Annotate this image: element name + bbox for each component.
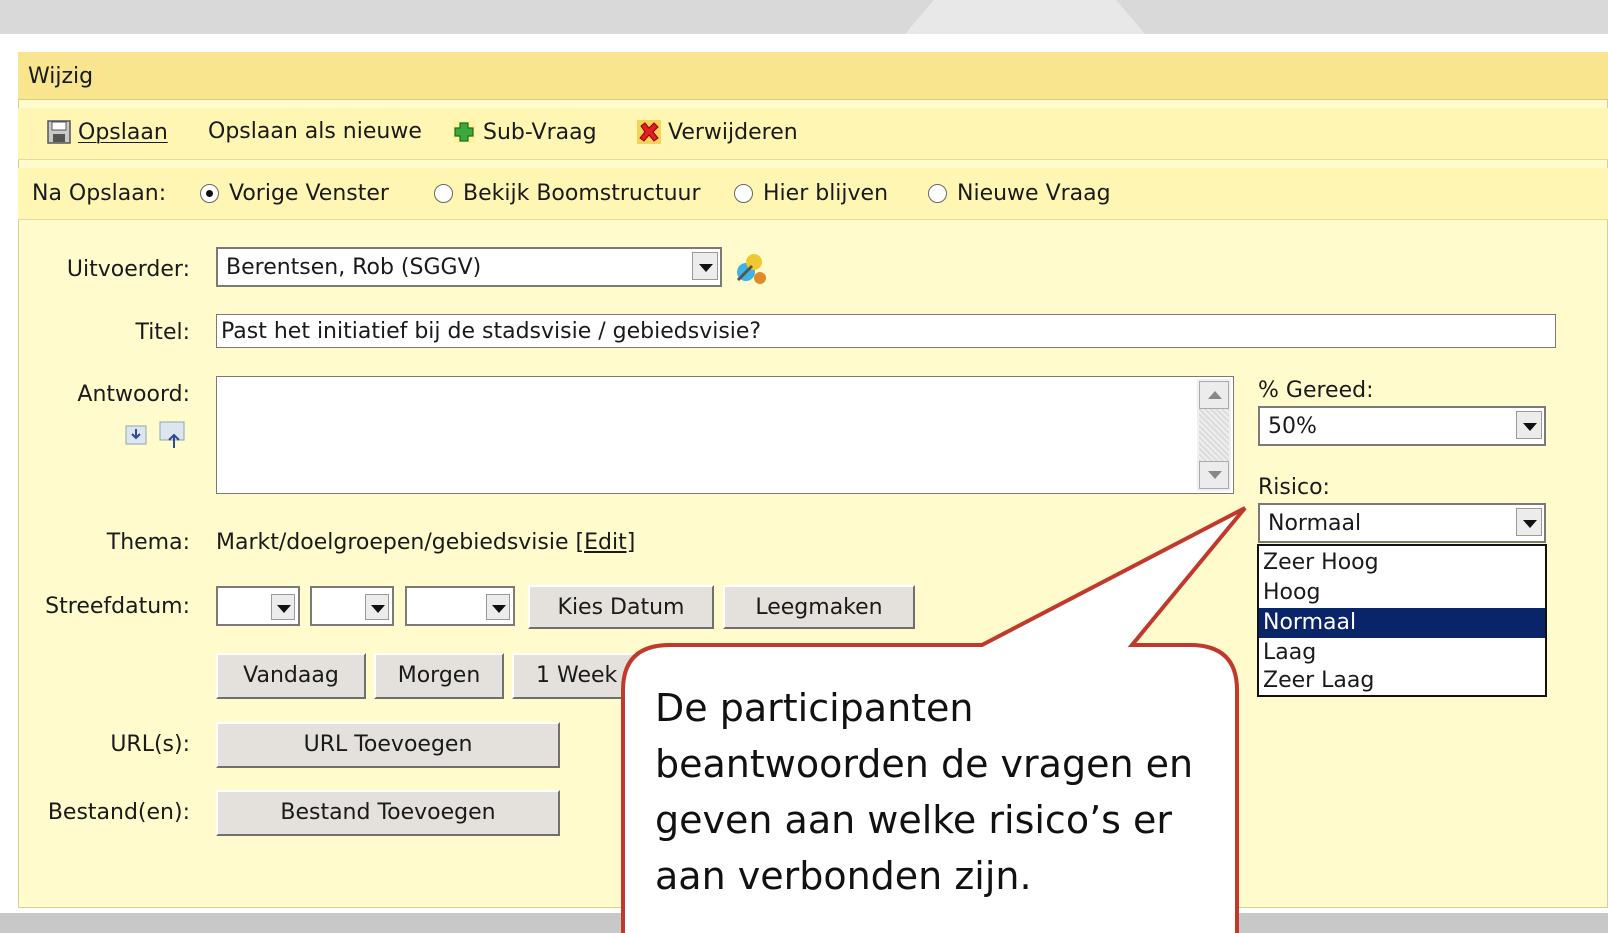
callout-text: De participanten beantwoorden de vragen … [655,686,1194,898]
